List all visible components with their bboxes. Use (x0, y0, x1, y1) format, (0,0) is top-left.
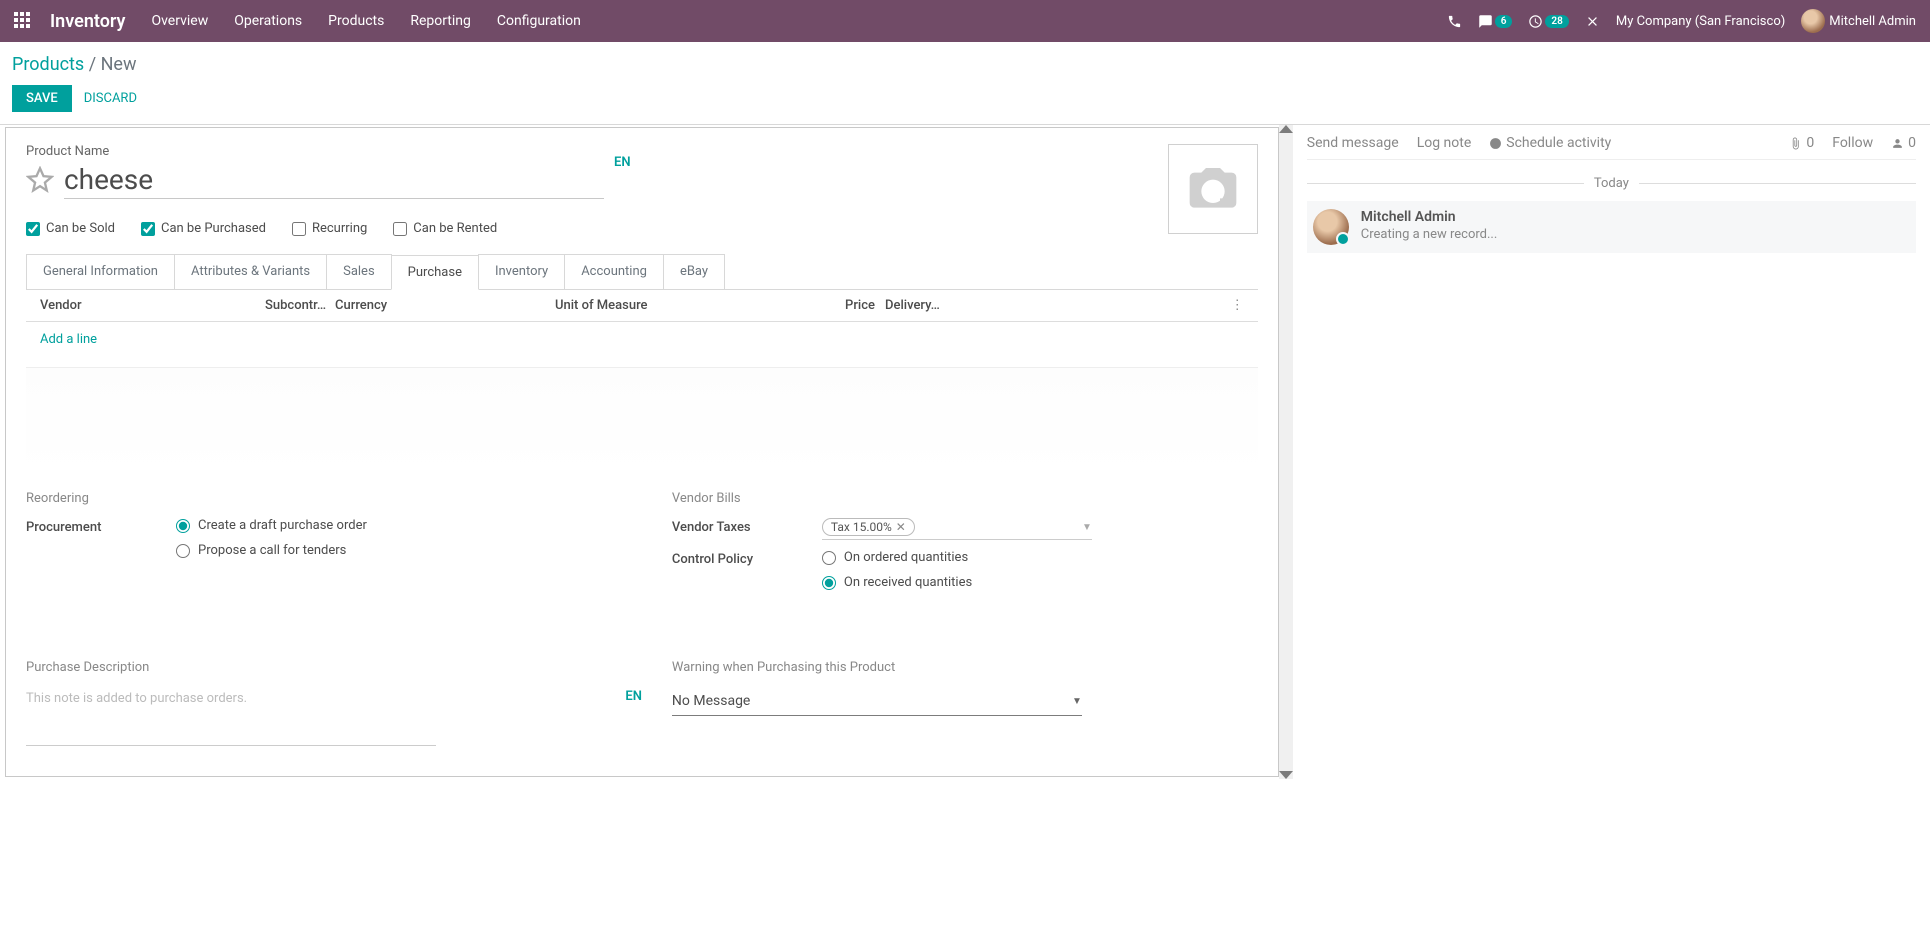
vendor-taxes-field[interactable]: Tax 15.00%✕ ▼ (822, 518, 1092, 540)
tabs: General Information Attributes & Variant… (26, 254, 1258, 290)
kebab-icon[interactable]: ⋮ (1231, 298, 1244, 313)
purchase-desc-label: Purchase Description (26, 660, 612, 675)
purchase-desc-input[interactable] (26, 687, 436, 737)
nav-reporting[interactable]: Reporting (410, 13, 471, 29)
lang-badge[interactable]: EN (614, 155, 631, 170)
activities-icon[interactable]: 28 (1528, 14, 1568, 29)
paperclip-icon (1789, 137, 1802, 150)
remove-tag-icon[interactable]: ✕ (896, 520, 906, 534)
can-be-rented-checkbox[interactable]: Can be Rented (393, 221, 497, 236)
breadcrumb-root[interactable]: Products (12, 54, 84, 75)
schedule-activity-link[interactable]: Schedule activity (1489, 135, 1611, 151)
discard-button[interactable]: DISCARD (84, 91, 137, 106)
warning-select[interactable]: No Message ▼ (672, 687, 1082, 716)
message-author: Mitchell Admin (1361, 209, 1498, 225)
chevron-down-icon: ▼ (1072, 696, 1082, 707)
warning-label: Warning when Purchasing this Product (672, 660, 1258, 675)
company-switcher[interactable]: My Company (San Francisco) (1616, 14, 1785, 29)
form-pane: Product Name EN Can be Sold Can be Purch… (5, 127, 1279, 777)
col-currency: Currency (335, 298, 555, 313)
breadcrumb: Products / New (12, 54, 1918, 75)
tab-accounting[interactable]: Accounting (564, 254, 664, 289)
tab-general-information[interactable]: General Information (26, 254, 175, 289)
message-body: Creating a new record... (1361, 227, 1498, 242)
can-be-sold-checkbox[interactable]: Can be Sold (26, 221, 115, 236)
tab-inventory[interactable]: Inventory (478, 254, 565, 289)
favorite-star-icon[interactable] (26, 166, 54, 194)
tab-sales[interactable]: Sales (326, 254, 392, 289)
procurement-label: Procurement (26, 518, 176, 535)
tax-tag: Tax 15.00%✕ (822, 518, 915, 536)
breadcrumb-current: New (101, 54, 137, 75)
send-message-link[interactable]: Send message (1307, 135, 1399, 151)
vendor-taxes-label: Vendor Taxes (672, 518, 822, 535)
add-line-link[interactable]: Add a line (40, 332, 97, 347)
app-brand[interactable]: Inventory (50, 11, 125, 32)
tab-attributes-variants[interactable]: Attributes & Variants (174, 254, 327, 289)
vendor-table-header: Vendor Subcontr… Currency Unit of Measur… (26, 290, 1258, 322)
vendor-bills-title: Vendor Bills (672, 491, 1258, 506)
log-note-link[interactable]: Log note (1417, 135, 1472, 151)
nav-configuration[interactable]: Configuration (497, 13, 581, 29)
person-icon (1891, 137, 1904, 150)
attachments-count[interactable]: 0 (1789, 135, 1814, 151)
user-menu[interactable]: Mitchell Admin (1801, 9, 1916, 33)
procurement-draft-radio[interactable]: Create a draft purchase order (176, 518, 612, 533)
avatar (1801, 9, 1825, 33)
reordering-title: Reordering (26, 491, 612, 506)
col-delivery: Delivery… (885, 298, 950, 313)
control-ordered-radio[interactable]: On ordered quantities (822, 550, 1258, 565)
nav-menu: Overview Operations Products Reporting C… (151, 13, 580, 29)
messages-badge: 6 (1495, 15, 1513, 28)
lang-badge[interactable]: EN (625, 689, 642, 704)
chatter: Send message Log note Schedule activity … (1293, 125, 1930, 779)
nav-operations[interactable]: Operations (234, 13, 302, 29)
close-icon[interactable] (1585, 14, 1600, 29)
col-uom: Unit of Measure (555, 298, 815, 313)
nav-products[interactable]: Products (328, 13, 384, 29)
can-be-purchased-checkbox[interactable]: Can be Purchased (141, 221, 266, 236)
recurring-checkbox[interactable]: Recurring (292, 221, 367, 236)
procurement-tender-radio[interactable]: Propose a call for tenders (176, 543, 612, 558)
follow-button[interactable]: Follow (1832, 135, 1873, 151)
message: Mitchell Admin Creating a new record... (1307, 201, 1916, 253)
col-subcontracted: Subcontr… (265, 298, 335, 313)
followers-count[interactable]: 0 (1891, 135, 1916, 151)
control-received-radio[interactable]: On received quantities (822, 575, 1258, 590)
scrollbar[interactable] (1279, 125, 1293, 779)
save-button[interactable]: SAVE (12, 85, 72, 112)
navbar: Inventory Overview Operations Products R… (0, 0, 1930, 42)
activities-badge: 28 (1545, 15, 1568, 28)
avatar (1313, 209, 1349, 245)
control-policy-label: Control Policy (672, 550, 822, 567)
clock-icon (1489, 137, 1502, 150)
product-name-input[interactable] (64, 161, 604, 199)
messages-icon[interactable]: 6 (1478, 14, 1513, 29)
tab-ebay[interactable]: eBay (663, 254, 725, 289)
col-price: Price (815, 298, 875, 313)
product-name-label: Product Name (26, 144, 1258, 159)
phone-icon[interactable] (1447, 14, 1462, 29)
day-separator: Today (1307, 176, 1916, 191)
user-name: Mitchell Admin (1829, 14, 1916, 29)
tab-purchase[interactable]: Purchase (391, 255, 479, 290)
chevron-down-icon: ▼ (1082, 522, 1092, 533)
nav-overview[interactable]: Overview (151, 13, 208, 29)
apps-icon[interactable] (14, 12, 32, 30)
col-vendor: Vendor (40, 298, 265, 313)
